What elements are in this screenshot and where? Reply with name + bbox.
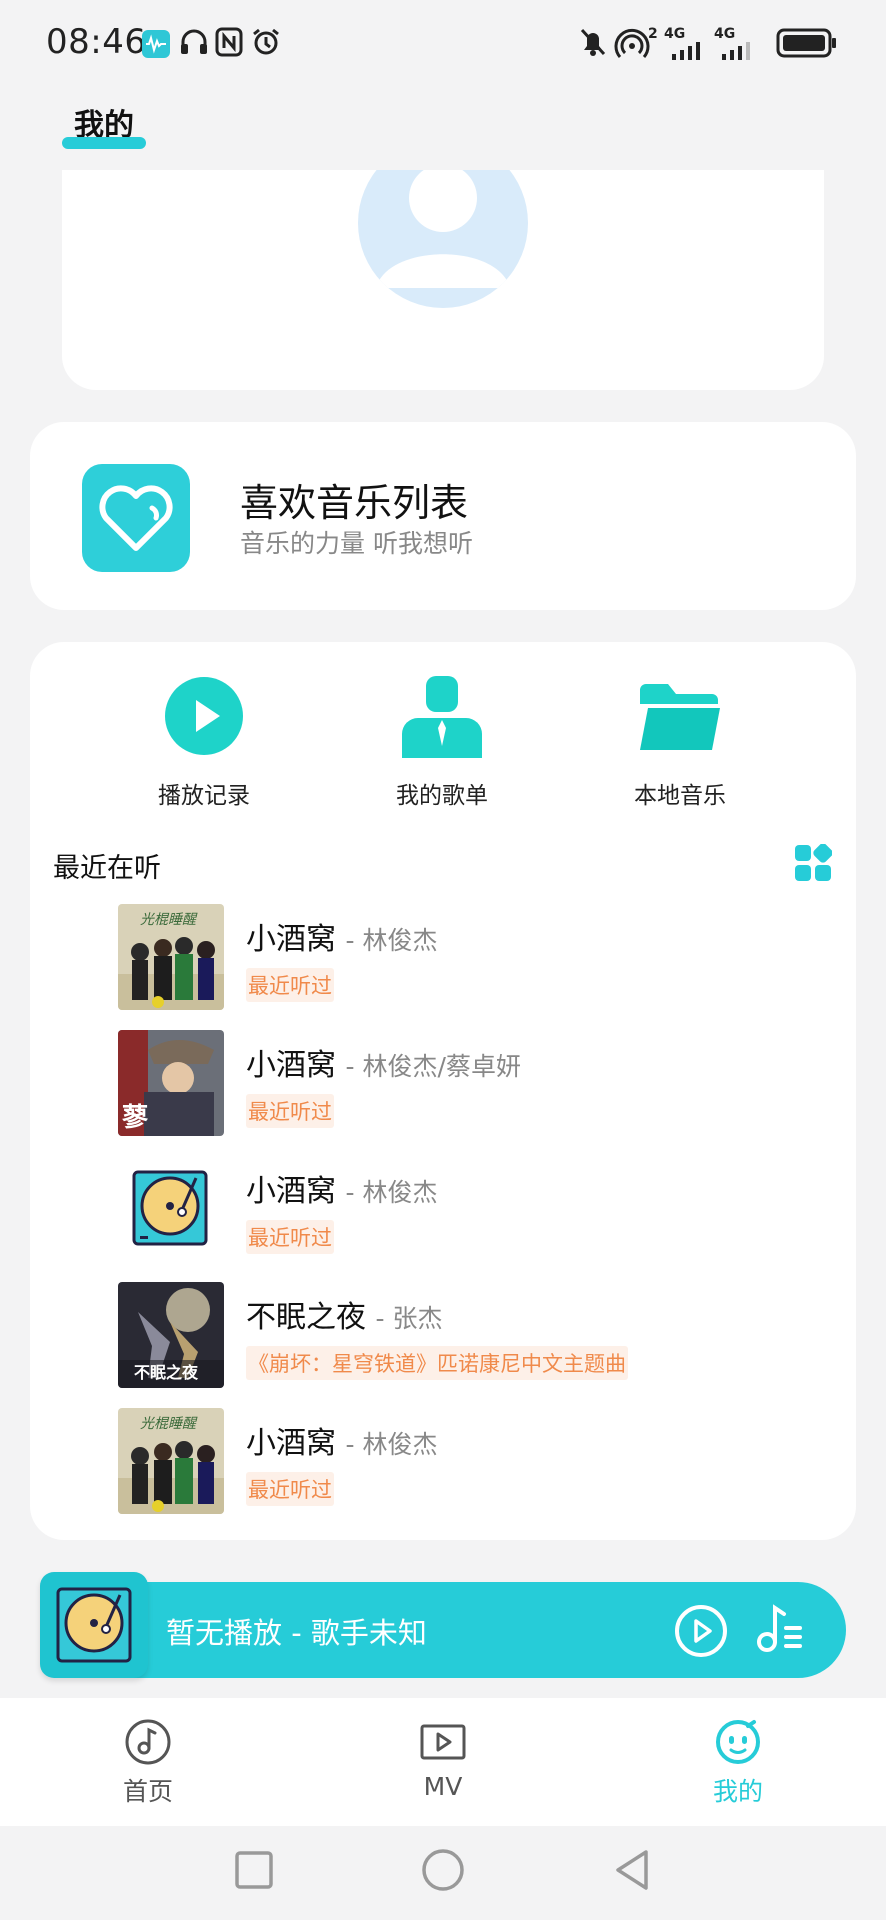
battery-icon: [776, 28, 838, 58]
svg-text:蓼: 蓼: [122, 1103, 149, 1133]
nav-label: MV: [423, 1772, 463, 1801]
headphones-icon: [178, 26, 210, 58]
mute-bell-icon: [578, 26, 608, 58]
player-track-text: 暂无播放 - 歌手未知: [166, 1616, 427, 1650]
song-row[interactable]: 光棍睡醒 小酒窝 - 林俊杰 最近听过: [118, 1408, 838, 1516]
song-row[interactable]: 蓼 小酒窝 - 林俊杰/蔡卓妍 最近听过: [118, 1030, 838, 1138]
nav-home[interactable]: 首页: [88, 1718, 208, 1808]
album-cover: 光棍睡醒: [118, 904, 224, 1010]
song-title-line: 小酒窝 - 林俊杰: [246, 914, 438, 958]
play-button[interactable]: [674, 1604, 728, 1658]
song-tag: 最近听过: [246, 1094, 334, 1128]
song-artist: - 林俊杰: [345, 926, 438, 955]
svg-text:光棍睡醒: 光棍睡醒: [140, 912, 198, 928]
nav-mine[interactable]: 我的: [678, 1718, 798, 1808]
back-button[interactable]: [612, 1848, 652, 1896]
album-cover: 不眠之夜: [118, 1282, 224, 1388]
song-title-line: 不眠之夜 - 张杰: [246, 1292, 443, 1336]
svg-text:不眠之夜: 不眠之夜: [134, 1363, 199, 1382]
favorites-subtitle: 音乐的力量 听我想听: [240, 529, 473, 558]
song-artist: - 林俊杰/蔡卓妍: [345, 1052, 521, 1081]
song-title-line: 小酒窝 - 林俊杰: [246, 1418, 438, 1462]
hotspot-icon: [614, 26, 650, 60]
play-circle-icon: [162, 674, 246, 758]
song-name: 不眠之夜: [246, 1300, 366, 1335]
avatar[interactable]: [358, 170, 528, 308]
recent-title: 最近在听: [53, 853, 161, 884]
nav-mv[interactable]: MV: [383, 1718, 503, 1801]
folder-icon: [638, 674, 722, 758]
song-name: 小酒窝: [246, 1174, 336, 1209]
quick-action-playlists[interactable]: 我的歌单: [342, 674, 542, 810]
bottom-nav: 首页 MV 我的: [0, 1698, 886, 1826]
song-tag: 最近听过: [246, 1220, 334, 1254]
song-tag: 最近听过: [246, 1472, 334, 1506]
song-artist: - 林俊杰: [345, 1430, 438, 1459]
soundwave-icon: [142, 30, 170, 58]
nav-label: 首页: [122, 1777, 173, 1806]
quick-action-history[interactable]: 播放记录: [104, 674, 304, 810]
smile-icon: [714, 1718, 762, 1766]
heart-icon: [82, 464, 190, 572]
quick-action-local[interactable]: 本地音乐: [580, 674, 780, 810]
system-nav-bar: [0, 1826, 886, 1920]
song-row[interactable]: 小酒窝 - 林俊杰 最近听过: [118, 1156, 838, 1264]
song-row[interactable]: 光棍睡醒 小酒窝 - 林俊杰 最近听过: [118, 904, 838, 1012]
signal-badge-1: 2: [648, 26, 658, 42]
turntable-icon: [118, 1156, 224, 1262]
user-playlist-icon: [400, 674, 484, 758]
home-button[interactable]: [421, 1848, 465, 1896]
quick-action-label: 播放记录: [158, 783, 250, 809]
song-tag: 《崩坏：星穹铁道》匹诺康尼中文主题曲: [246, 1346, 628, 1380]
song-title-line: 小酒窝 - 林俊杰/蔡卓妍: [246, 1040, 521, 1084]
signal-bars-icon: [714, 40, 756, 60]
song-name: 小酒窝: [246, 1048, 336, 1083]
status-time: 08:46: [46, 22, 147, 62]
signal-bars-icon: [664, 40, 706, 60]
quick-action-label: 我的歌单: [396, 783, 488, 809]
song-row[interactable]: 不眠之夜 不眠之夜 - 张杰 《崩坏：星穹铁道》匹诺康尼中文主题曲: [118, 1282, 838, 1390]
favorites-title: 喜欢音乐列表: [240, 481, 469, 525]
turntable-icon[interactable]: [40, 1572, 148, 1678]
svg-text:光棍睡醒: 光棍睡醒: [140, 1416, 198, 1432]
song-artist: - 林俊杰: [345, 1178, 438, 1207]
album-cover: 光棍睡醒: [118, 1408, 224, 1514]
favorites-card[interactable]: 喜欢音乐列表 音乐的力量 听我想听: [30, 422, 856, 610]
song-name: 小酒窝: [246, 922, 336, 957]
status-bar: 08:46 2 4G 4G: [0, 0, 886, 90]
nav-label: 我的: [712, 1777, 763, 1806]
song-tag: 最近听过: [246, 968, 334, 1002]
library-card: 播放记录 我的歌单 本地音乐 最近在听 光棍睡醒 小酒窝 - 林俊杰 最近听过 …: [30, 642, 856, 1540]
profile-card[interactable]: [62, 170, 824, 390]
recent-apps-button[interactable]: [234, 1850, 274, 1894]
tab-indicator: [62, 137, 146, 149]
song-title-line: 小酒窝 - 林俊杰: [246, 1166, 438, 1210]
quick-action-label: 本地音乐: [634, 783, 726, 809]
song-name: 小酒窝: [246, 1426, 336, 1461]
alarm-icon: [250, 26, 282, 58]
music-note-icon: [124, 1718, 172, 1766]
album-cover: 蓼: [118, 1030, 224, 1136]
grid-view-icon[interactable]: [794, 843, 833, 882]
nfc-icon: [214, 26, 244, 58]
song-artist: - 张杰: [375, 1304, 443, 1333]
playlist-icon[interactable]: [756, 1604, 802, 1654]
video-icon: [419, 1718, 467, 1766]
